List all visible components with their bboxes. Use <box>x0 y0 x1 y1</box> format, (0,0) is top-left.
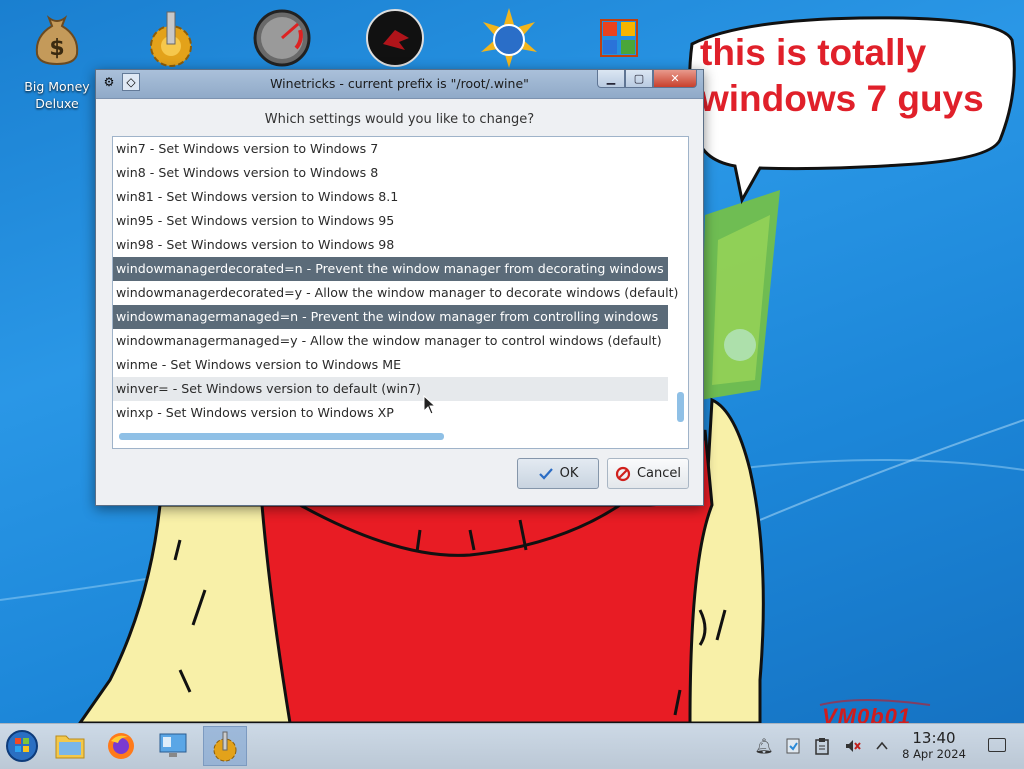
speedometer-icon <box>253 9 311 67</box>
dark-red-app-icon <box>366 9 424 67</box>
clock[interactable]: 13:40 8 Apr 2024 <box>896 729 972 762</box>
desktop-icon-big-money-deluxe[interactable]: $ Big Money Deluxe <box>12 8 102 112</box>
checkmark-icon <box>538 467 553 480</box>
clipboard-icon[interactable] <box>812 736 832 756</box>
settings-list-rows: win7 - Set Windows version to Windows 7w… <box>113 137 678 425</box>
office-logo-icon <box>600 19 638 57</box>
title-bar[interactable]: ⚙ ◇ Winetricks - current prefix is "/roo… <box>96 70 703 99</box>
list-item[interactable]: win98 - Set Windows version to Windows 9… <box>113 233 668 257</box>
list-item[interactable]: windowmanagerdecorated=n - Prevent the w… <box>113 257 668 281</box>
maximize-button[interactable]: ▢ <box>625 70 653 88</box>
svg-text:$: $ <box>49 36 64 61</box>
cancel-icon <box>615 466 631 481</box>
desktop-icon-speedometer[interactable] <box>237 8 327 72</box>
monitor-settings-icon <box>159 733 187 757</box>
list-item[interactable]: win81 - Set Windows version to Windows 8… <box>113 185 668 209</box>
taskbar-system-settings[interactable] <box>151 726 195 766</box>
firefox-icon <box>108 733 134 759</box>
vertical-scrollbar-thumb[interactable] <box>677 392 684 422</box>
list-item[interactable]: windowmanagermanaged=y - Allow the windo… <box>113 329 668 353</box>
clock-time: 13:40 <box>912 729 956 747</box>
dialog-prompt: Which settings would you like to change? <box>264 112 535 127</box>
desktop-icon-label: Big Money Deluxe <box>24 79 90 111</box>
money-bag-icon: $ <box>35 15 79 66</box>
winetricks-dialog: ⚙ ◇ Winetricks - current prefix is "/roo… <box>95 69 704 506</box>
list-item[interactable]: windowmanagerdecorated=y - Allow the win… <box>113 281 678 305</box>
desktop-icon-sun-globe[interactable] <box>464 8 554 72</box>
taskbar-firefox[interactable] <box>99 726 143 766</box>
clock-date: 8 Apr 2024 <box>902 747 966 761</box>
start-button[interactable] <box>0 726 44 766</box>
list-item[interactable]: winxp - Set Windows version to Windows X… <box>113 401 668 425</box>
gear-app-icon <box>150 11 192 67</box>
desktop-icon-gear-app[interactable] <box>126 8 216 72</box>
show-desktop-button[interactable] <box>988 738 1006 752</box>
desktop-icon-dark-app[interactable] <box>350 8 440 72</box>
list-item[interactable]: win95 - Set Windows version to Windows 9… <box>113 209 668 233</box>
ok-button[interactable]: OK <box>517 458 599 489</box>
updates-icon[interactable] <box>783 736 803 756</box>
chevron-up-icon[interactable] <box>872 736 892 756</box>
volume-muted-icon[interactable] <box>843 736 863 756</box>
mouse-cursor <box>423 395 437 415</box>
list-item[interactable]: win8 - Set Windows version to Windows 8 <box>113 161 668 185</box>
minimize-button[interactable]: ▁ <box>597 70 625 88</box>
horizontal-scrollbar-thumb[interactable] <box>119 433 444 440</box>
folder-icon <box>55 735 85 759</box>
list-item[interactable]: windowmanagermanaged=n - Prevent the win… <box>113 305 668 329</box>
taskbar-file-manager[interactable] <box>48 726 92 766</box>
speech-bubble-text: this is totally windows 7 guys <box>700 30 1010 122</box>
list-item[interactable]: winver= - Set Windows version to default… <box>113 377 668 401</box>
close-button[interactable]: ✕ <box>653 70 697 88</box>
windows-orb-icon <box>6 730 38 762</box>
desktop-icon-office[interactable] <box>576 8 666 72</box>
settings-list[interactable]: win7 - Set Windows version to Windows 7w… <box>112 136 689 449</box>
sun-globe-app-icon <box>481 8 537 68</box>
taskbar: 🔔︎ 13:40 8 Apr 2024 <box>0 723 1024 769</box>
cancel-button[interactable]: Cancel <box>607 458 689 489</box>
bell-icon[interactable]: 🔔︎ <box>754 736 774 756</box>
taskbar-winetricks[interactable] <box>203 726 247 766</box>
speech-bubble-line-2: windows 7 guys <box>700 78 984 119</box>
cancel-button-label: Cancel <box>636 466 682 481</box>
list-item[interactable]: win7 - Set Windows version to Windows 7 <box>113 137 668 161</box>
list-item[interactable]: winme - Set Windows version to Windows M… <box>113 353 668 377</box>
ok-button-label: OK <box>559 466 579 481</box>
speech-bubble-line-1: this is totally <box>700 32 927 73</box>
gear-app-icon <box>213 731 237 762</box>
